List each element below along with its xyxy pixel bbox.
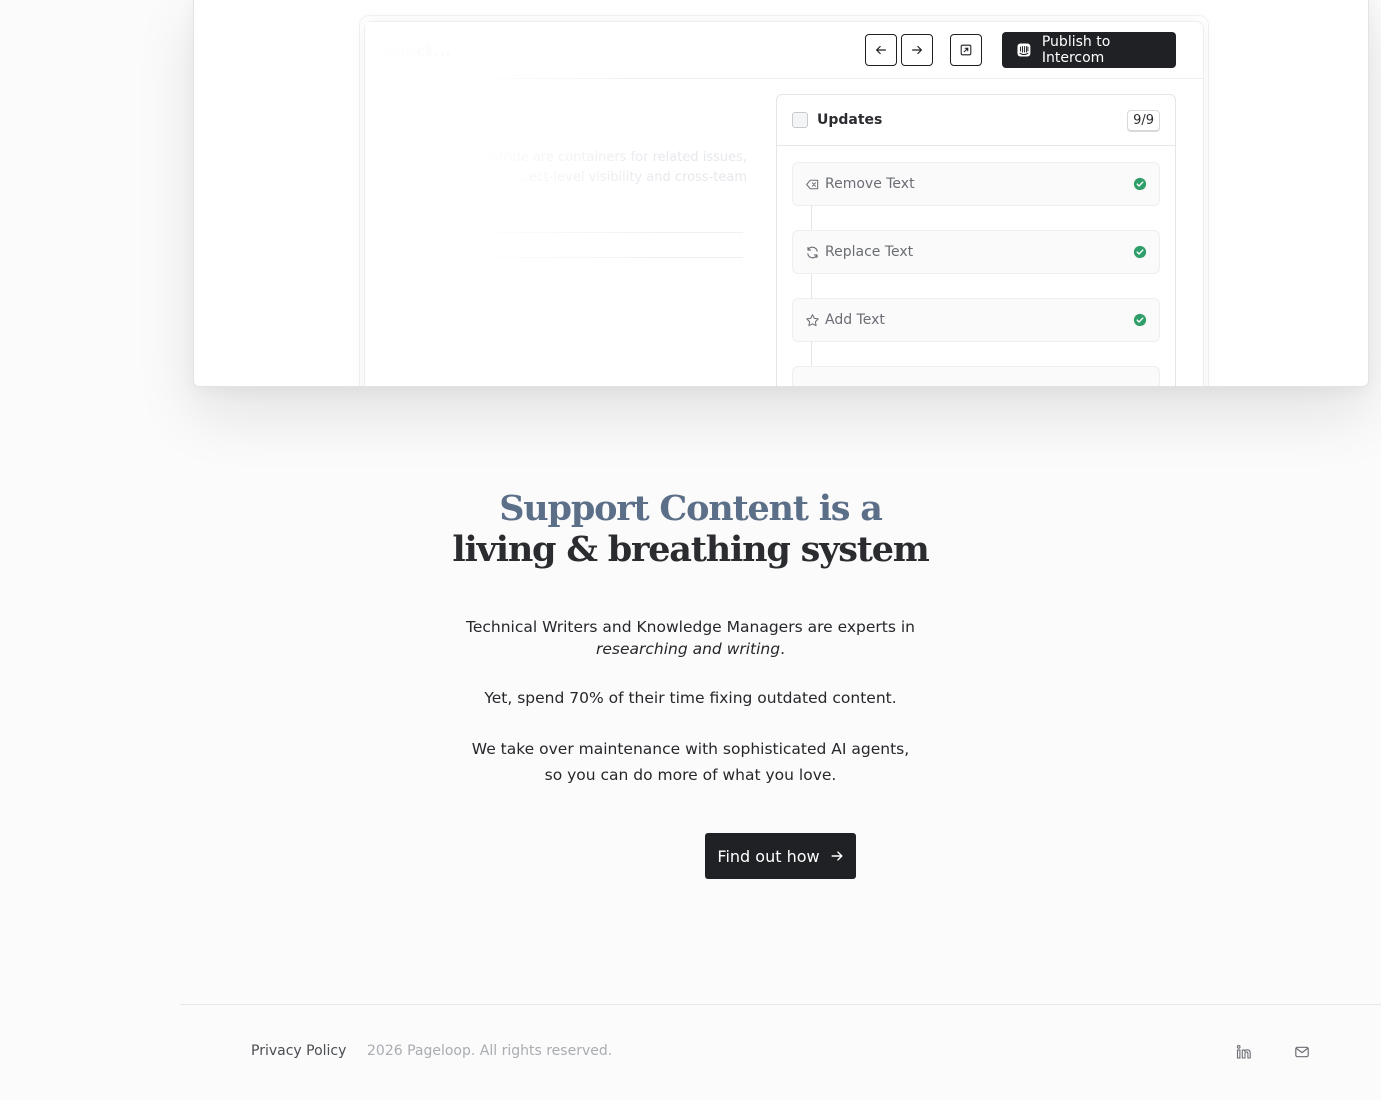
headline-line-1: Support Content is a (499, 488, 883, 529)
updates-panel: Updates 9/9 Remove Text Replace Text Add… (776, 94, 1176, 386)
forward-button[interactable] (901, 34, 933, 66)
arrow-left-icon (876, 45, 886, 55)
update-item-label: Remove Text (825, 176, 915, 192)
paragraph-1-emphasis: researching and writing (595, 640, 781, 658)
product-demo-card: Project... Publish to Intercom ...s in S… (193, 0, 1369, 387)
cta-label: Find out how (717, 846, 820, 866)
demo-toolbar: Project... Publish to Intercom (365, 22, 1203, 79)
footer-divider (180, 1004, 1381, 1005)
paragraph-1-text: Technical Writers and Knowledge Managers… (466, 618, 915, 636)
privacy-policy-link[interactable]: Privacy Policy (251, 1043, 346, 1059)
faded-divider (455, 232, 743, 233)
external-link-icon (960, 44, 972, 56)
update-item-add-text[interactable]: Add Text (792, 298, 1160, 342)
step-connector (811, 206, 812, 230)
copyright-text: 2026 Pageloop. All rights reserved. (367, 1043, 613, 1059)
linkedin-icon (1236, 1045, 1251, 1059)
update-item-remove-text[interactable]: Remove Text (792, 162, 1160, 206)
intercom-icon (1017, 43, 1031, 57)
updates-count-badge: 9/9 (1127, 109, 1160, 131)
demo-app-window: Project... Publish to Intercom ...s in S… (364, 21, 1204, 386)
hero-headline: Support Content is a living & breathing … (0, 488, 1381, 570)
paragraph-3-line-1: We take over maintenance with sophistica… (471, 740, 910, 758)
star-icon (806, 313, 819, 326)
check-circle-icon (1133, 245, 1147, 259)
remove-text-icon (806, 179, 819, 189)
faded-article-text: ...s in Stride are containers for relate… (450, 150, 747, 185)
refresh-icon (807, 246, 818, 258)
paragraph-2-text: Yet, spend 70% of their time fixing outd… (484, 689, 897, 707)
updates-header: Updates 9/9 (777, 95, 1175, 146)
arrow-right-icon (912, 45, 922, 55)
arrow-right-icon (831, 851, 843, 861)
check-circle-icon (1133, 177, 1147, 191)
mail-icon (1295, 1046, 1309, 1058)
update-item-label: Add Text (825, 312, 885, 328)
update-item-replace-text[interactable]: Replace Text (792, 230, 1160, 274)
project-title: Project... (369, 41, 452, 60)
open-external-button[interactable] (950, 34, 982, 66)
back-button[interactable] (865, 34, 897, 66)
updates-title: Updates (817, 112, 883, 128)
page: Project... Publish to Intercom ...s in S… (0, 0, 1381, 1100)
find-out-how-button[interactable]: Find out how (705, 833, 856, 879)
paragraph-1-end: . (780, 640, 786, 658)
step-connector (811, 274, 812, 298)
linkedin-link[interactable] (1235, 1043, 1253, 1061)
update-item-partial (792, 366, 1160, 386)
publish-label: Publish to Intercom (1041, 34, 1111, 66)
headline-line-2: living & breathing system (452, 529, 929, 570)
hero-paragraph-2: Yet, spend 70% of their time fixing outd… (0, 687, 1381, 709)
check-circle-icon (1133, 313, 1147, 327)
hero-paragraph-3: We take over maintenance with sophistica… (0, 736, 1381, 788)
faded-divider (455, 257, 743, 258)
update-item-label: Replace Text (825, 244, 914, 260)
email-link[interactable] (1293, 1043, 1311, 1061)
publish-to-intercom-button[interactable]: Publish to Intercom (1002, 32, 1176, 68)
paragraph-3-line-2: so you can do more of what you love. (544, 766, 837, 784)
hero-paragraph-1: Technical Writers and Knowledge Managers… (0, 616, 1381, 660)
select-all-checkbox[interactable] (792, 112, 808, 128)
